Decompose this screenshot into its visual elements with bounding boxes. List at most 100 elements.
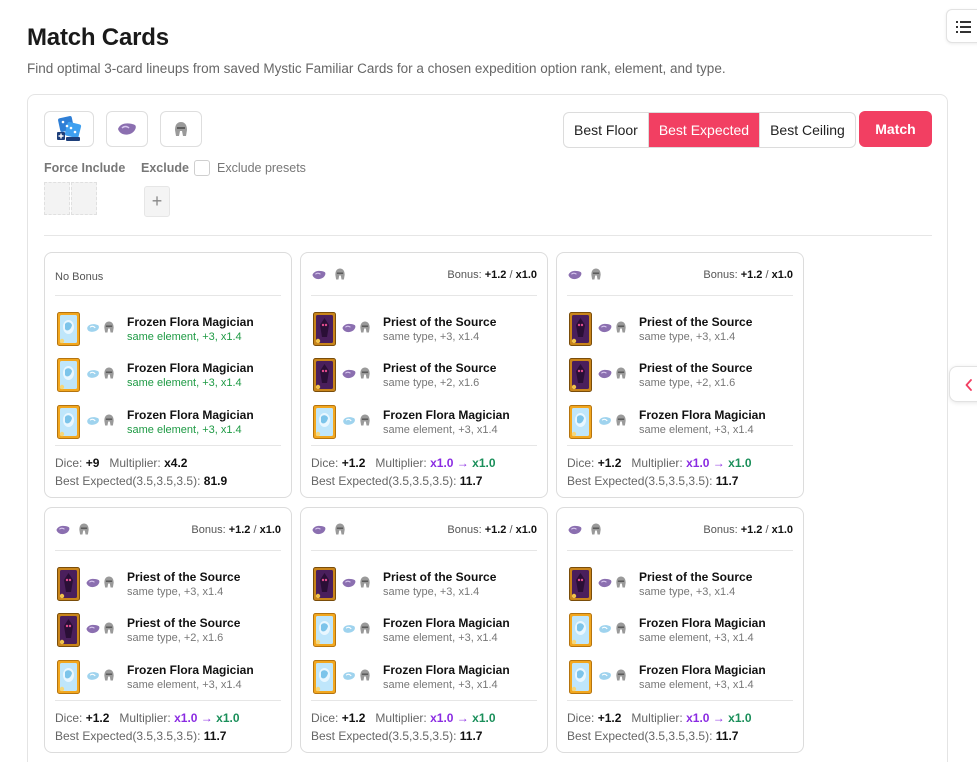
card-name: Priest of the Source	[639, 361, 753, 375]
toc-menu-button[interactable]	[946, 9, 977, 43]
frozen-flora-card-thumb	[57, 312, 80, 346]
card-entry[interactable]: Frozen Flora Magician same element, +3, …	[311, 405, 537, 441]
helmet-type-icon	[614, 575, 628, 594]
card-name: Frozen Flora Magician	[127, 663, 254, 677]
frozen-flora-card-thumb	[313, 660, 336, 694]
divider	[55, 445, 281, 446]
bonus-summary: Bonus: +1.2 / x1.0	[703, 269, 793, 281]
divider	[55, 550, 281, 551]
card-entry[interactable]: Priest of the Source same type, +2, x1.6	[311, 358, 537, 394]
helmet-type-icon	[102, 413, 116, 432]
card-detail: same element, +3, x1.4	[127, 377, 242, 389]
card-entry[interactable]: Priest of the Source same type, +3, x1.4	[567, 312, 793, 348]
frozen-flora-card-thumb	[569, 613, 592, 647]
dice-multiplier-summary: Dice: +9 Multiplier: x4.2	[55, 456, 188, 470]
spirit-element-icon	[55, 523, 71, 541]
card-entry[interactable]: Frozen Flora Magician same element, +3, …	[311, 660, 537, 696]
side-panel-toggle[interactable]	[949, 366, 977, 402]
bonus-summary: Bonus: +1.2 / x1.0	[703, 524, 793, 536]
spirit-element-icon	[341, 367, 357, 385]
priest-card-thumb	[57, 567, 80, 601]
card-entry[interactable]: Frozen Flora Magician same element, +3, …	[567, 660, 793, 696]
spirit-element-icon	[341, 576, 357, 594]
option-rank-button[interactable]	[44, 111, 94, 147]
spirit-element-icon	[597, 321, 613, 339]
exclude-presets-checkbox[interactable]	[194, 160, 210, 176]
mode-best-expected[interactable]: Best Expected	[648, 113, 761, 147]
card-entry[interactable]: Priest of the Source same type, +2, x1.6	[567, 358, 793, 394]
best-expected-summary: Best Expected(3.5,3.5,3.5): 11.7	[55, 729, 227, 743]
result-card: No Bonus Frozen Flora Magician same elem…	[44, 252, 292, 498]
spirit-element-icon	[567, 523, 583, 541]
helmet-type-icon	[175, 122, 187, 136]
bonus-summary: Bonus: +1.2 / x1.0	[447, 524, 537, 536]
helmet-type-icon	[614, 320, 628, 339]
helmet-type-icon	[358, 413, 372, 432]
card-name: Frozen Flora Magician	[127, 315, 254, 329]
card-entry[interactable]: Frozen Flora Magician same element, +3, …	[567, 613, 793, 649]
bonus-summary: Bonus: +1.2 / x1.0	[191, 524, 281, 536]
helmet-type-icon	[358, 668, 372, 687]
exclude-presets-toggle[interactable]: Exclude presets	[194, 160, 306, 176]
card-entry[interactable]: Priest of the Source same type, +2, x1.6	[55, 613, 281, 649]
match-button[interactable]: Match	[859, 111, 932, 147]
spirit-element-icon	[118, 123, 136, 135]
priest-card-thumb	[313, 358, 336, 392]
option-type-button[interactable]	[160, 111, 202, 147]
card-name: Priest of the Source	[383, 361, 497, 375]
best-expected-summary: Best Expected(3.5,3.5,3.5): 81.9	[55, 474, 228, 488]
card-detail: same type, +3, x1.4	[639, 331, 736, 343]
result-header: Bonus: +1.2 / x1.0	[311, 522, 537, 538]
card-detail: same type, +3, x1.4	[383, 331, 480, 343]
mode-best-ceiling[interactable]: Best Ceiling	[760, 113, 855, 147]
card-entry[interactable]: Priest of the Source same type, +3, x1.4	[567, 567, 793, 603]
card-entry[interactable]: Frozen Flora Magician same element, +3, …	[55, 405, 281, 441]
chevron-left-icon	[965, 379, 972, 391]
card-entry[interactable]: Frozen Flora Magician same element, +3, …	[311, 613, 537, 649]
card-entry[interactable]: Priest of the Source same type, +3, x1.4	[311, 312, 537, 348]
exclude-add-button[interactable]: +	[144, 186, 170, 217]
priest-card-thumb	[569, 567, 592, 601]
card-entry[interactable]: Priest of the Source same type, +3, x1.4	[55, 567, 281, 603]
card-entry[interactable]: Frozen Flora Magician same element, +3, …	[55, 660, 281, 696]
card-detail: same element, +3, x1.4	[383, 679, 498, 691]
result-card: Bonus: +1.2 / x1.0 Priest of the Source …	[300, 507, 548, 753]
dice-multiplier-summary: Dice: +1.2 Multiplier: x1.0 → x1.0	[311, 711, 496, 725]
spirit-element-icon	[311, 523, 327, 541]
best-expected-summary: Best Expected(3.5,3.5,3.5): 11.7	[311, 474, 483, 488]
helmet-type-icon	[102, 621, 116, 640]
card-detail: same element, +3, x1.4	[127, 424, 242, 436]
frozen-flora-card-thumb	[569, 660, 592, 694]
divider	[311, 445, 537, 446]
divider	[311, 550, 537, 551]
card-name: Priest of the Source	[127, 616, 241, 630]
card-entry[interactable]: Priest of the Source same type, +3, x1.4	[311, 567, 537, 603]
option-element-button[interactable]	[106, 111, 148, 147]
card-detail: same type, +3, x1.4	[383, 586, 480, 598]
card-entry[interactable]: Frozen Flora Magician same element, +3, …	[55, 358, 281, 394]
card-entry[interactable]: Frozen Flora Magician same element, +3, …	[567, 405, 793, 441]
helmet-type-icon	[333, 267, 347, 286]
force-include-slot[interactable]	[44, 182, 70, 215]
card-detail: same element, +3, x1.4	[383, 632, 498, 644]
priest-card-thumb	[569, 358, 592, 392]
best-expected-summary: Best Expected(3.5,3.5,3.5): 11.7	[567, 729, 739, 743]
card-name: Frozen Flora Magician	[639, 408, 766, 422]
spirit-element-icon	[341, 321, 357, 339]
mode-selector: Best Floor Best Expected Best Ceiling	[563, 112, 856, 148]
frost-element-icon	[85, 414, 101, 432]
force-include-slot[interactable]	[71, 182, 97, 215]
card-name: Frozen Flora Magician	[383, 663, 510, 677]
result-header: Bonus: +1.2 / x1.0	[567, 522, 793, 538]
card-entry[interactable]: Frozen Flora Magician same element, +3, …	[55, 312, 281, 348]
spirit-element-icon	[597, 367, 613, 385]
divider	[567, 550, 793, 551]
spirit-element-icon	[597, 576, 613, 594]
frost-element-icon	[597, 414, 613, 432]
frost-element-icon	[85, 669, 101, 687]
page-title: Match Cards	[27, 24, 169, 51]
best-expected-summary: Best Expected(3.5,3.5,3.5): 11.7	[567, 474, 739, 488]
mode-best-floor[interactable]: Best Floor	[564, 113, 649, 147]
force-include-label: Force Include	[44, 161, 126, 175]
dice-rank-icon	[57, 116, 82, 141]
